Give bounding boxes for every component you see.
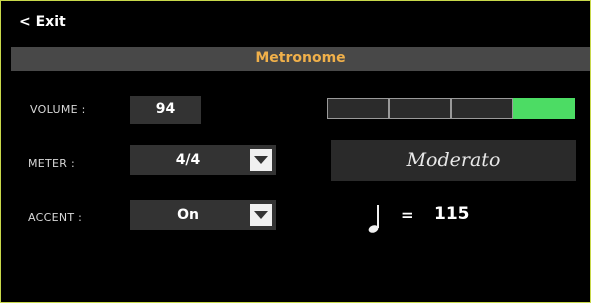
accent-dropdown[interactable]: On [130,200,276,230]
level-segment [389,98,451,119]
level-segment-active [513,98,575,119]
accent-dropdown-arrow-icon[interactable] [250,204,272,226]
accent-label: ACCENT : [28,211,83,224]
meter-label: METER : [28,157,76,170]
quarter-note-icon [368,205,379,233]
tempo-equals-sign: = [401,206,414,224]
volume-value: 94 [155,101,176,117]
volume-field[interactable]: 94 [130,96,201,124]
accent-value: On [177,207,199,223]
meter-dropdown-arrow-icon[interactable] [250,149,272,171]
level-segment [451,98,513,119]
page-title: Metronome [255,50,346,66]
tempo-bpm-value[interactable]: 115 [434,204,470,224]
meter-value: 4/4 [175,152,201,168]
volume-label: VOLUME : [30,103,86,116]
metronome-screen: < Exit Metronome VOLUME : 94 METER : 4/4… [1,1,590,302]
meter-dropdown[interactable]: 4/4 [130,145,276,175]
tempo-name-display[interactable]: Moderato [331,140,576,181]
title-bar: Metronome [11,47,590,71]
level-segment [327,98,389,119]
exit-button[interactable]: < Exit [19,14,66,30]
